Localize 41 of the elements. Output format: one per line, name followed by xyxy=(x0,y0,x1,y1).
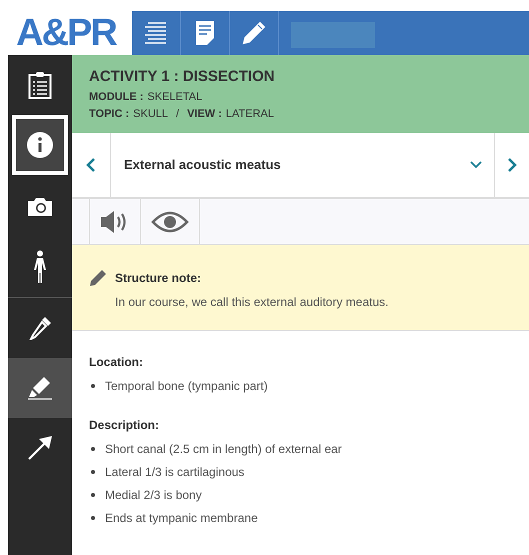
pencil-icon xyxy=(89,269,107,287)
arrow-icon xyxy=(27,435,53,461)
topic-value: SKULL xyxy=(133,106,168,122)
note-icon xyxy=(195,20,215,46)
chevron-right-icon xyxy=(507,157,517,173)
list-item-text: Temporal bone (tympanic part) xyxy=(105,378,268,394)
sidebar-button[interactable] xyxy=(12,115,68,175)
bullet-icon xyxy=(91,384,95,388)
list-item-text: Short canal (2.5 cm in length) of external ear xyxy=(105,440,342,458)
view-label: VIEW : xyxy=(187,106,222,122)
section-heading: Description: xyxy=(89,417,160,434)
bullet-icon xyxy=(91,470,95,474)
topic-label: TOPIC : xyxy=(89,106,130,122)
note-title: Structure note: xyxy=(115,270,202,287)
pencil-icon xyxy=(241,20,267,46)
bullet-icon xyxy=(91,516,95,520)
bullet-icon xyxy=(91,492,95,496)
structure-dropdown[interactable]: External acoustic meatus xyxy=(111,133,495,197)
info-icon xyxy=(26,131,54,159)
eye-icon xyxy=(151,210,189,234)
section-heading: Location: xyxy=(89,354,144,371)
bullet-icon xyxy=(91,446,95,450)
sidebar-button[interactable] xyxy=(8,358,72,418)
activity-title: ACTIVITY 1 : DISSECTION xyxy=(89,68,276,86)
list-item-text: Ends at tympanic membrane xyxy=(105,510,258,526)
camera-icon xyxy=(27,197,53,217)
dropper-icon xyxy=(28,316,52,340)
separator: / xyxy=(176,106,180,122)
module-label: MODULE : xyxy=(89,90,144,105)
note-text: In our course, we call this external auditory meatus. xyxy=(115,294,388,311)
list-icon xyxy=(145,21,167,45)
module-value: SKELETAL xyxy=(147,90,202,105)
clipboard-icon xyxy=(28,71,52,99)
chevron-left-icon xyxy=(86,157,96,173)
highlighter-icon xyxy=(27,376,53,400)
chevron-down-icon xyxy=(470,161,482,169)
view-value: LATERAL xyxy=(226,106,274,122)
list-item-text: Lateral 1/3 is cartilaginous xyxy=(105,464,244,480)
list-item-text: Medial 2/3 is bony xyxy=(105,486,202,504)
app-logo: A&PR xyxy=(16,14,116,52)
human-figure-icon xyxy=(33,250,47,284)
